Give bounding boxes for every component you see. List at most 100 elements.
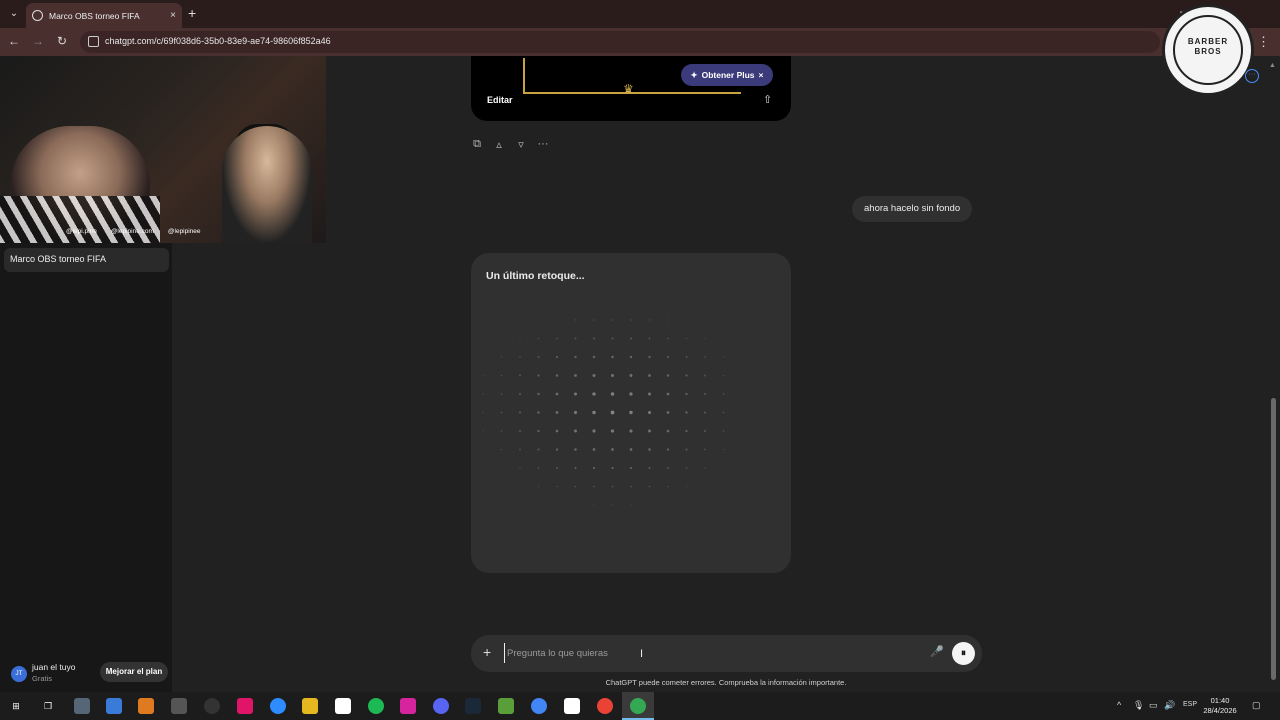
loading-dot bbox=[519, 374, 521, 377]
close-icon[interactable]: × bbox=[759, 70, 764, 80]
loading-dot bbox=[519, 337, 521, 340]
scrollbar[interactable] bbox=[1271, 398, 1276, 680]
browser-tab-bar: ⌄ Marco OBS torneo FIFA × + — bbox=[0, 0, 1280, 28]
loading-dot bbox=[537, 337, 540, 340]
loading-dot bbox=[629, 448, 633, 451]
address-bar[interactable]: chatgpt.com/c/69f038d6-35b0-83e9-ae74-98… bbox=[80, 31, 1160, 53]
voice-mode-button[interactable]: ⏸ bbox=[952, 642, 975, 665]
taskbar: ⊞ ❐ ^ 🎙 ▭ 🔊 ESP 01:40 28/4/2026 ▢ bbox=[0, 692, 1280, 720]
loading-dots-pattern bbox=[482, 319, 725, 506]
system-clock[interactable]: 01:40 28/4/2026 bbox=[1200, 696, 1240, 716]
composer: + 🎤 ⏸ bbox=[471, 635, 982, 672]
loading-dot bbox=[629, 355, 633, 359]
loading-dot bbox=[630, 485, 632, 488]
sidebar-item-active-chat[interactable]: Marco OBS torneo FIFA bbox=[4, 248, 169, 272]
obs-icon[interactable] bbox=[204, 698, 220, 714]
loading-dot bbox=[537, 429, 540, 433]
loading-dot bbox=[629, 374, 633, 377]
loading-dot bbox=[574, 374, 577, 377]
loading-dot bbox=[573, 392, 578, 396]
loading-dot bbox=[537, 448, 540, 451]
loading-dot bbox=[630, 319, 632, 321]
loading-dot bbox=[574, 355, 577, 359]
app-icon-1[interactable] bbox=[74, 698, 90, 714]
loading-dot bbox=[704, 467, 706, 469]
loading-dot bbox=[648, 392, 651, 396]
network-icon[interactable]: ▭ bbox=[1149, 700, 1158, 711]
minecraft-icon[interactable] bbox=[498, 698, 514, 714]
volume-icon[interactable]: 🔊 bbox=[1164, 700, 1175, 711]
add-attachment-icon[interactable]: + bbox=[483, 644, 491, 660]
fl-studio-icon[interactable] bbox=[138, 698, 154, 714]
scroll-up-arrow-icon[interactable]: ▲ bbox=[1269, 62, 1276, 69]
loading-dot bbox=[592, 337, 596, 340]
spotify-icon[interactable] bbox=[368, 698, 384, 714]
mic-tray-icon[interactable]: 🎙 bbox=[1133, 700, 1144, 711]
store-icon[interactable] bbox=[106, 698, 122, 714]
chat-options-icon[interactable]: ··· bbox=[1245, 69, 1259, 83]
loading-dot bbox=[555, 392, 559, 396]
image-generating-card: Un último retoque... bbox=[471, 253, 791, 573]
new-tab-button[interactable]: + bbox=[188, 5, 196, 21]
task-view-icon[interactable]: ❐ bbox=[40, 698, 56, 714]
thumbs-down-icon[interactable]: ▿ bbox=[515, 138, 527, 151]
forward-button[interactable]: → bbox=[30, 34, 46, 48]
loading-dot bbox=[592, 374, 596, 377]
loading-dot bbox=[629, 392, 633, 396]
browser-tab[interactable]: Marco OBS torneo FIFA × bbox=[26, 3, 182, 28]
chrome-icon-active[interactable] bbox=[630, 698, 646, 714]
tiktok-icon[interactable] bbox=[237, 698, 253, 714]
copy-icon[interactable]: ⧉ bbox=[471, 138, 483, 151]
generated-image-card[interactable]: ♛ ✦ Obtener Plus × Editar ⇧ bbox=[471, 56, 791, 121]
kick-handle: @lepipinee bbox=[167, 228, 201, 235]
loading-dot bbox=[518, 429, 522, 433]
loading-dot bbox=[666, 392, 670, 396]
steam-icon[interactable] bbox=[465, 698, 481, 714]
instagram-handle: @lepi.pine bbox=[66, 228, 97, 235]
loading-dot bbox=[667, 319, 669, 321]
loading-dot bbox=[704, 337, 706, 340]
thumbs-up-icon[interactable]: ▵ bbox=[493, 138, 505, 151]
loading-dot bbox=[500, 393, 503, 395]
loading-dot bbox=[630, 504, 632, 506]
discord-icon[interactable] bbox=[433, 698, 449, 714]
url-text[interactable]: chatgpt.com/c/69f038d6-35b0-83e9-ae74-98… bbox=[105, 36, 331, 46]
loading-dot bbox=[500, 411, 503, 414]
microphone-icon[interactable]: 🎤 bbox=[930, 645, 944, 658]
share-icon[interactable]: ⇧ bbox=[763, 93, 772, 106]
edit-button[interactable]: Editar bbox=[487, 95, 513, 105]
loading-dot bbox=[685, 392, 688, 396]
loading-dot bbox=[574, 319, 577, 321]
file-explorer-icon[interactable] bbox=[302, 698, 318, 714]
loading-dot bbox=[667, 337, 669, 340]
chrome-icon-1[interactable] bbox=[531, 698, 547, 714]
more-icon[interactable]: ··· bbox=[537, 138, 549, 151]
windows-start-icon[interactable]: ⊞ bbox=[8, 698, 24, 714]
clock-time: 01:40 bbox=[1210, 696, 1230, 705]
tab-close-icon[interactable]: × bbox=[170, 10, 176, 21]
loading-dot bbox=[666, 411, 670, 414]
loading-dot bbox=[611, 485, 614, 488]
notifications-icon[interactable]: ▢ bbox=[1252, 700, 1261, 711]
capcut-icon[interactable] bbox=[335, 698, 351, 714]
chrome-icon-2[interactable] bbox=[597, 698, 613, 714]
browser-menu-button[interactable]: ⋮ bbox=[1257, 34, 1270, 50]
capcut-icon-2[interactable] bbox=[564, 698, 580, 714]
loading-dot bbox=[519, 448, 521, 451]
instagram-icon[interactable] bbox=[400, 698, 416, 714]
get-plus-button[interactable]: ✦ Obtener Plus × bbox=[681, 64, 773, 86]
language-indicator[interactable]: ESP bbox=[1183, 701, 1197, 708]
loading-dot bbox=[500, 430, 503, 432]
tab-search-icon[interactable]: ⌄ bbox=[6, 6, 22, 22]
loading-dot bbox=[556, 319, 558, 321]
app-icon-2[interactable] bbox=[171, 698, 187, 714]
prompt-input[interactable] bbox=[504, 643, 904, 663]
zoom-icon[interactable] bbox=[270, 698, 286, 714]
reload-button[interactable]: ↻ bbox=[54, 34, 70, 48]
site-info-icon[interactable] bbox=[88, 36, 99, 47]
loading-dot bbox=[574, 448, 577, 451]
tray-expand-icon[interactable]: ^ bbox=[1117, 700, 1121, 710]
back-button[interactable]: ← bbox=[6, 34, 22, 48]
loading-dot bbox=[648, 319, 651, 321]
loading-dot bbox=[574, 429, 577, 433]
